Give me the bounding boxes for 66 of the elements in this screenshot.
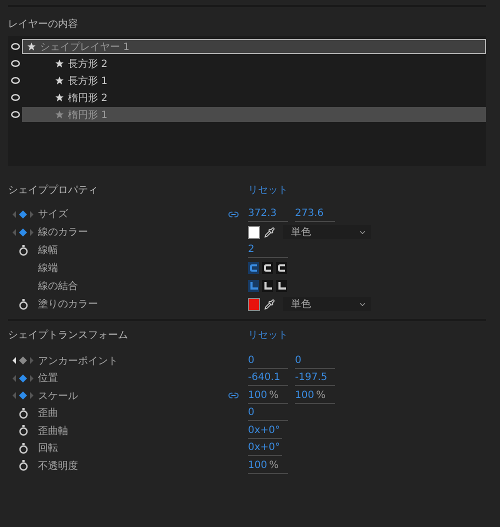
stopwatch-icon[interactable] (18, 298, 28, 310)
value-field[interactable]: 2 (248, 242, 288, 258)
stopwatch-icon[interactable] (18, 442, 28, 454)
eye-icon[interactable] (10, 94, 20, 101)
property-label: 不透明度 (38, 460, 79, 473)
value-field[interactable]: 372.3 (248, 206, 288, 222)
eye-icon[interactable] (10, 60, 20, 67)
color-swatch[interactable] (248, 226, 260, 238)
eye-icon[interactable] (10, 43, 20, 50)
star-icon (55, 59, 64, 68)
property-label: 位置 (38, 372, 59, 386)
property-label: アンカーポイント (38, 354, 119, 368)
star-icon (55, 110, 64, 119)
value-field[interactable]: 0x+0° (248, 440, 282, 456)
reset-link[interactable]: リセット (248, 328, 288, 342)
value-field[interactable]: 100 % (295, 388, 335, 404)
section-title: レイヤーの内容 (8, 18, 79, 32)
toggle-button[interactable] (262, 262, 273, 274)
keyframe-navigator-icon[interactable] (12, 356, 34, 366)
value-field[interactable]: 100 % (248, 388, 288, 404)
property-label: 線のカラー (38, 226, 89, 239)
property-label: 歪曲 (38, 406, 59, 420)
toggle-button[interactable] (276, 262, 287, 274)
stopwatch-icon[interactable] (18, 425, 28, 436)
star-icon (27, 42, 36, 51)
property-label: 回転 (38, 442, 59, 456)
value-field[interactable]: 0x+0° (248, 422, 282, 439)
toggle-button[interactable] (276, 280, 287, 292)
eye-icon[interactable] (10, 111, 20, 118)
stopwatch-icon[interactable] (18, 460, 28, 472)
property-label: 線端 (38, 262, 59, 275)
toggle-button[interactable] (262, 280, 273, 292)
toggle-button[interactable] (248, 262, 259, 274)
color-mode-dropdown[interactable]: 単色 (283, 225, 371, 239)
value-field[interactable]: 100 % (248, 458, 288, 474)
layer-row[interactable]: 楕円形 2 (22, 90, 486, 105)
eyedropper-icon[interactable] (264, 226, 275, 238)
link-icon[interactable] (228, 390, 239, 402)
star-icon (55, 93, 64, 102)
reset-link[interactable]: リセット (248, 183, 288, 197)
star-icon (55, 76, 64, 85)
color-swatch[interactable] (248, 298, 260, 310)
color-mode-dropdown[interactable]: 単色 (283, 297, 371, 311)
value-field[interactable]: -197.5 (295, 370, 335, 386)
value-field[interactable]: 0 (248, 352, 288, 369)
value-field[interactable]: -640.1 (248, 370, 288, 386)
eye-icon[interactable] (10, 77, 20, 84)
property-label: サイズ (38, 208, 69, 221)
property-label: スケール (38, 390, 79, 403)
layer-row[interactable]: シェイプレイヤー 1 (22, 39, 486, 54)
property-label: 線の結合 (38, 280, 79, 293)
layer-row[interactable]: 長方形 2 (22, 56, 486, 71)
value-field[interactable]: 273.6 (295, 206, 335, 222)
section-title: シェイププロパティ (8, 184, 99, 197)
stopwatch-icon[interactable] (18, 244, 28, 256)
layer-row[interactable]: 長方形 1 (22, 73, 486, 88)
property-label: 歪曲軸 (38, 424, 69, 438)
layer-row[interactable]: 楕円形 1 (22, 107, 486, 122)
value-field[interactable]: 0 (295, 352, 335, 369)
toggle-button[interactable] (248, 280, 259, 292)
section-title: シェイプトランスフォーム (8, 328, 129, 342)
property-label: 線幅 (38, 244, 59, 257)
property-label: 塗りのカラー (38, 298, 99, 311)
value-field[interactable]: 0 (248, 405, 288, 422)
eyedropper-icon[interactable] (264, 298, 275, 310)
stopwatch-icon[interactable] (18, 408, 28, 419)
